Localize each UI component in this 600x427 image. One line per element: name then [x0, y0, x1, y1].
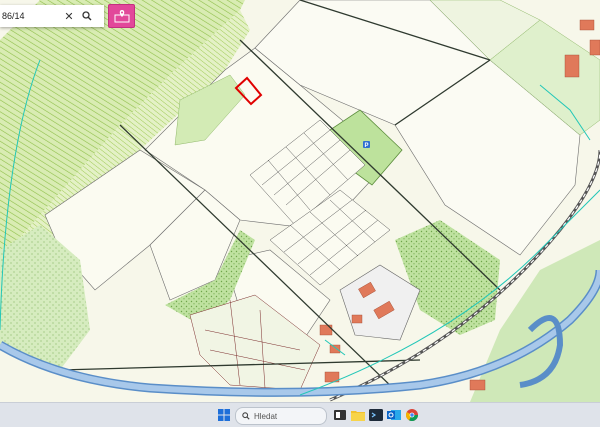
search-button[interactable] — [78, 5, 96, 27]
taskbar-outlook[interactable] — [386, 407, 402, 423]
close-icon: ✕ — [64, 10, 74, 23]
taskbar-terminal[interactable] — [368, 407, 384, 423]
svg-text:P: P — [364, 143, 368, 149]
file-explorer-icon — [351, 411, 365, 421]
cadastre-layer-button[interactable] — [108, 4, 135, 28]
windows-taskbar: Hledat — [0, 402, 600, 427]
widgets-icon — [334, 410, 346, 420]
windows-start-button[interactable] — [216, 407, 232, 423]
taskbar-chrome[interactable] — [404, 407, 420, 423]
clear-button[interactable]: ✕ — [60, 5, 78, 27]
cadastral-map[interactable]: P — [0, 0, 600, 402]
windows-start-icon — [218, 409, 230, 421]
chrome-icon — [406, 409, 418, 421]
taskbar-search-placeholder: Hledat — [254, 411, 278, 421]
outlook-icon — [387, 410, 401, 420]
taskbar-widgets[interactable] — [332, 407, 348, 423]
search-icon — [82, 11, 92, 21]
parking-poi-icon[interactable]: P — [363, 141, 370, 149]
parcel-search-bar: ✕ — [0, 5, 104, 27]
taskbar-search[interactable]: Hledat — [235, 407, 327, 425]
taskbar-file-explorer[interactable] — [350, 407, 366, 423]
search-icon — [242, 412, 250, 420]
map-marker-icon — [114, 10, 129, 23]
search-input[interactable] — [2, 11, 60, 21]
terminal-icon — [369, 409, 383, 421]
